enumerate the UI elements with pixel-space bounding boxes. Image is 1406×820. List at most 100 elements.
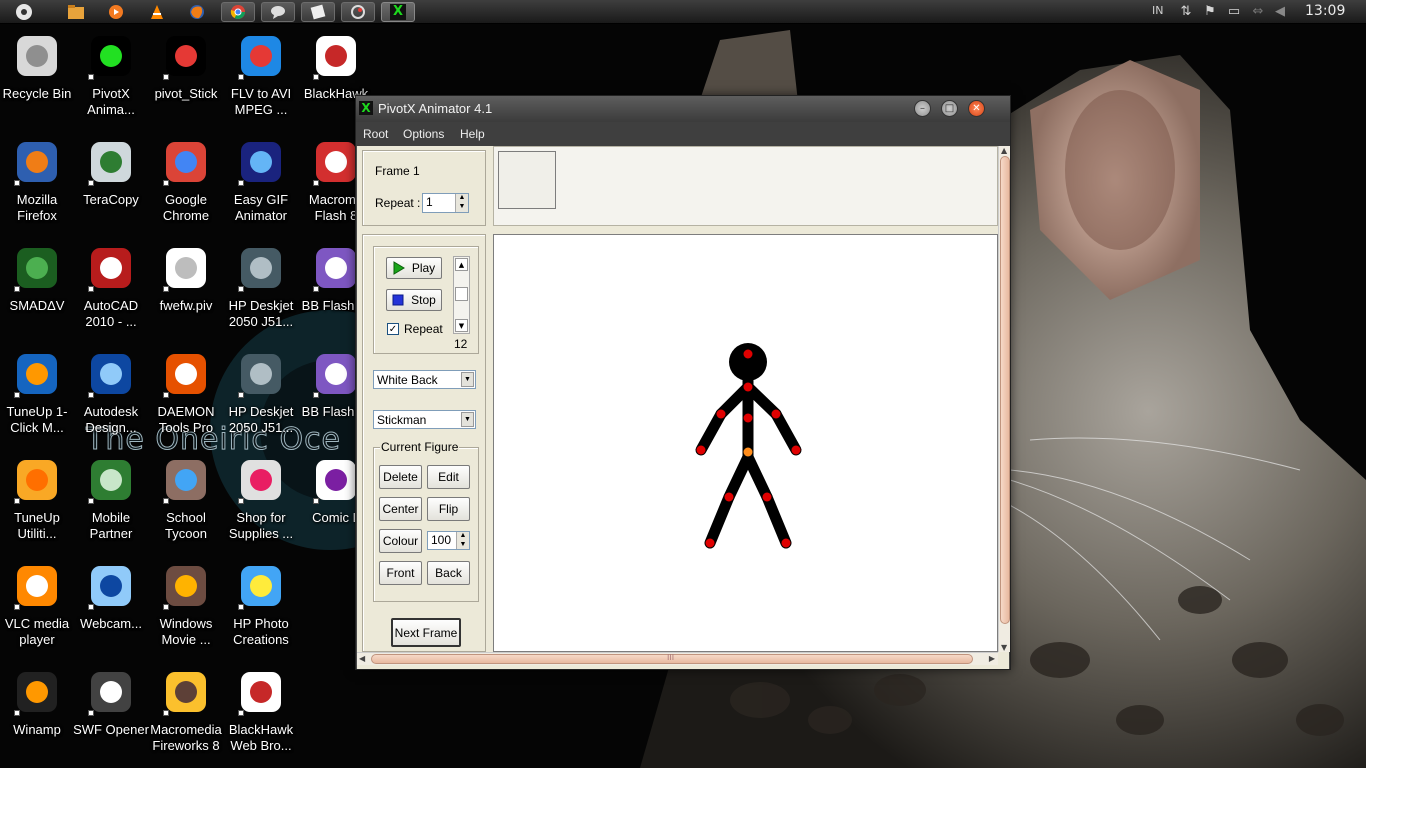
desktop-icon-file[interactable]: fwefw.piv	[148, 238, 224, 338]
stepper-down-icon[interactable]: ▼	[455, 203, 468, 212]
desktop-icon-firefox[interactable]: Mozilla Firefox	[0, 132, 75, 232]
speed-scrollbar[interactable]: ▲ ▼	[453, 256, 470, 334]
desktop-icon-autodesk[interactable]: Autodesk Design...	[73, 344, 149, 444]
stickman-joint[interactable]	[743, 413, 753, 423]
desktop-icon-fireworks[interactable]: Macromedia Fireworks 8	[148, 662, 224, 762]
stickman-joint[interactable]	[762, 492, 772, 502]
volume-icon[interactable]: ◀	[1272, 4, 1288, 20]
desktop-icon-blackhawk[interactable]: BlackHawk Web Bro...	[223, 662, 299, 762]
desktop-icon-scanner[interactable]: HP Deskjet 2050 J51...	[223, 344, 299, 444]
figure-select[interactable]: Stickman ▼	[373, 410, 476, 429]
editor-taskbar-icon[interactable]	[301, 2, 335, 22]
desktop-icon-teracopy[interactable]: TeraCopy	[73, 132, 149, 232]
stickman-joint[interactable]	[791, 445, 801, 455]
language-indicator[interactable]: IN	[1152, 4, 1163, 17]
frame-thumbnail[interactable]	[498, 151, 556, 209]
battery-icon[interactable]: ▭	[1226, 4, 1242, 20]
next-frame-button[interactable]: Next Frame	[391, 618, 461, 647]
network-icon[interactable]: ⇅	[1178, 4, 1194, 20]
desktop-icon-webcam[interactable]: Webcam...	[73, 556, 149, 656]
stickman-joint[interactable]	[771, 409, 781, 419]
desktop-icon-tuneup-utilities[interactable]: TuneUp Utiliti...	[0, 450, 75, 550]
desktop-icon-smadav[interactable]: SMADΔV	[0, 238, 75, 338]
desktop-icon-photo-creations[interactable]: HP Photo Creations	[223, 556, 299, 656]
scroll-right-icon[interactable]: ▶	[989, 654, 995, 663]
colour-stepper[interactable]: 100 ▲ ▼	[427, 531, 470, 550]
desktop-icon-movie-maker[interactable]: Windows Movie ...	[148, 556, 224, 656]
play-button[interactable]: Play	[386, 257, 442, 279]
desktop-icon-vlc[interactable]: VLC media player	[0, 556, 75, 656]
background-select[interactable]: White Back ▼	[373, 370, 476, 389]
center-button[interactable]: Center	[379, 497, 422, 521]
link-icon[interactable]: ⇔	[1250, 4, 1266, 20]
scroll-down-icon[interactable]: ▼	[1001, 643, 1007, 652]
firefox-taskbar-icon[interactable]	[187, 2, 207, 22]
vlc-taskbar-icon[interactable]	[147, 2, 167, 22]
back-button[interactable]: Back	[427, 561, 470, 585]
chat-taskbar-icon[interactable]	[261, 2, 295, 22]
horizontal-scrollbar[interactable]: ◀ III ▶	[357, 652, 998, 665]
menu-options[interactable]: Options	[403, 127, 444, 141]
vertical-scrollbar[interactable]: ▲ ▼	[998, 146, 1010, 652]
pivotx-taskbar-icon[interactable]: X	[381, 2, 415, 22]
stepper-down-icon[interactable]: ▼	[456, 540, 469, 549]
desktop-icon-chrome[interactable]: Google Chrome	[148, 132, 224, 232]
scroll-up-icon[interactable]: ▲	[1001, 146, 1007, 155]
media-icon[interactable]	[106, 2, 126, 22]
chevron-down-icon[interactable]: ▼	[461, 412, 474, 427]
flag-icon[interactable]: ⚑	[1202, 4, 1218, 20]
desktop-icon-winamp[interactable]: Winamp	[0, 662, 75, 762]
minimize-button[interactable]: –	[914, 100, 931, 117]
flip-button[interactable]: Flip	[427, 497, 470, 521]
chevron-down-icon[interactable]: ▼	[461, 372, 474, 387]
front-button[interactable]: Front	[379, 561, 422, 585]
stickman-joint[interactable]	[781, 538, 791, 548]
stickman-joint[interactable]	[743, 382, 753, 392]
stickman-joint[interactable]	[716, 409, 726, 419]
edit-button[interactable]: Edit	[427, 465, 470, 489]
repeat-checkbox[interactable]: ✓	[387, 323, 399, 335]
chrome-taskbar-icon[interactable]	[221, 2, 255, 22]
stickman-figure[interactable]	[494, 235, 999, 653]
stickman-joint[interactable]	[696, 445, 706, 455]
recorder-taskbar-icon[interactable]	[341, 2, 375, 22]
delete-button[interactable]: Delete	[379, 465, 422, 489]
scroll-left-icon[interactable]: ◀	[359, 654, 365, 663]
horizontal-scroll-thumb[interactable]: III	[371, 653, 973, 664]
stepper-up-icon[interactable]: ▲	[455, 194, 468, 203]
desktop-icon-scanner[interactable]: HP Deskjet 2050 J51...	[223, 238, 299, 338]
desktop-icon-school-tycoon[interactable]: School Tycoon	[148, 450, 224, 550]
colour-button[interactable]: Colour	[379, 529, 422, 553]
desktop-icon-flv-converter[interactable]: FLV to AVI MPEG ...	[223, 26, 299, 126]
title-bar[interactable]: X PivotX Animator 4.1 – □ ✕	[356, 96, 1010, 122]
clock[interactable]: 13:09	[1305, 3, 1345, 19]
desktop-icon-recycle-bin[interactable]: Recycle Bin	[0, 26, 75, 126]
repeat-stepper[interactable]: 1 ▲ ▼	[422, 193, 469, 213]
desktop-icon-tuneup-maintenance[interactable]: TuneUp 1-Click M...	[0, 344, 75, 444]
desktop-icon-gif-animator[interactable]: Easy GIF Animator	[223, 132, 299, 232]
speed-up-icon[interactable]: ▲	[455, 258, 468, 271]
speed-down-icon[interactable]: ▼	[455, 319, 468, 332]
stepper-up-icon[interactable]: ▲	[456, 532, 469, 541]
desktop-icon-printer[interactable]: Shop for Supplies ...	[223, 450, 299, 550]
desktop-icon-autocad[interactable]: AutoCAD 2010 - ...	[73, 238, 149, 338]
files-icon[interactable]	[66, 2, 86, 22]
stop-button[interactable]: Stop	[386, 289, 442, 311]
maximize-button[interactable]: □	[941, 100, 958, 117]
menu-root[interactable]: Root	[363, 127, 388, 141]
close-button[interactable]: ✕	[968, 100, 985, 117]
menu-help[interactable]: Help	[460, 127, 485, 141]
desktop-icon-pivot-stick[interactable]: pivot_Stick	[148, 26, 224, 126]
speed-thumb[interactable]	[455, 287, 468, 301]
vertical-scroll-thumb[interactable]	[1000, 156, 1010, 624]
desktop-icon-swf-opener[interactable]: SWF Opener	[73, 662, 149, 762]
menu-icon[interactable]	[14, 2, 34, 22]
stickman-head[interactable]	[729, 343, 767, 381]
stickman-joint[interactable]	[743, 349, 753, 359]
desktop-icon-pivotx[interactable]: PivotX Anima...	[73, 26, 149, 126]
animation-canvas[interactable]	[493, 234, 998, 652]
stickman-root-joint[interactable]	[743, 447, 753, 457]
stickman-joint[interactable]	[705, 538, 715, 548]
pivotx-window[interactable]: X PivotX Animator 4.1 – □ ✕ Root Options…	[355, 95, 1011, 670]
stickman-joint[interactable]	[724, 492, 734, 502]
